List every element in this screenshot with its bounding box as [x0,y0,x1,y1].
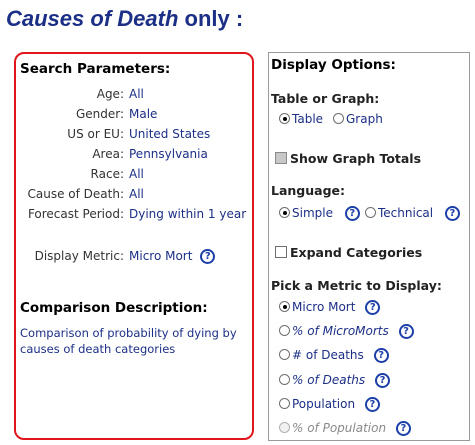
comparison-description-heading: Comparison Description: [20,300,208,316]
param-row-forecast: Forecast Period: Dying within 1 year [16,204,252,224]
help-icon[interactable]: ? [374,373,390,388]
page-title: Causes of Death only : [6,6,244,31]
param-value: Male [129,107,158,121]
metric-radio[interactable] [279,374,290,385]
param-value: Dying within 1 year [129,207,247,221]
help-icon[interactable]: ? [364,397,380,412]
param-label: US or EU: [67,127,124,141]
table-or-graph-label: Table or Graph: [271,91,380,106]
comparison-description-text: Comparison of probability of dying by ca… [20,326,237,356]
param-label: Age: [96,87,124,101]
param-value: All [129,167,144,181]
param-value: Micro Mort ? [129,246,216,266]
metric-radio[interactable] [279,301,290,312]
graph-radio[interactable] [333,113,344,124]
metric-option-pct-population: % of Population ? [279,419,411,437]
metric-option-pct-micromorts[interactable]: % of MicroMorts ? [279,322,414,340]
metric-option-micro-mort[interactable]: Micro Mort ? [279,298,381,316]
param-row-age: Age: All [16,84,252,104]
simple-radio-option[interactable]: Simple ? [279,204,360,222]
display-options-heading: Display Options: [271,57,396,73]
param-label: Forecast Period: [27,207,124,221]
table-radio-option[interactable]: Table [279,110,323,128]
graph-radio-option[interactable]: Graph [333,110,383,128]
help-icon[interactable]: ? [395,421,411,436]
show-graph-totals-option[interactable]: Show Graph Totals [275,150,421,168]
table-radio[interactable] [279,113,290,124]
param-row-race: Race: All [16,164,252,184]
param-label: Gender: [75,107,124,121]
param-value: Pennsylvania [129,147,208,161]
simple-radio[interactable] [279,207,290,218]
technical-radio[interactable] [365,207,376,218]
param-value: United States [129,127,211,141]
param-row-display-metric: Display Metric: Micro Mort ? [16,246,252,266]
param-row-area: Area: Pennsylvania [16,144,252,164]
metric-radio [279,422,290,433]
param-label: Cause of Death: [27,187,125,201]
param-label: Area: [92,147,124,161]
help-icon[interactable]: ? [373,348,389,363]
show-graph-totals-checkbox[interactable] [275,152,287,164]
param-row-gender: Gender: Male [16,104,252,124]
metric-radio[interactable] [279,349,290,360]
help-icon[interactable]: ? [344,206,360,221]
help-icon[interactable]: ? [365,300,381,315]
metric-radio[interactable] [279,398,290,409]
search-parameters-heading: Search Parameters: [20,61,171,77]
expand-categories-option[interactable]: Expand Categories [275,244,422,262]
metric-label: Pick a Metric to Display: [271,278,442,293]
technical-radio-option[interactable]: Technical ? [365,204,460,222]
param-label: Display Metric: [34,249,124,263]
help-icon[interactable]: ? [200,249,216,264]
param-row-cause: Cause of Death: All [16,184,252,204]
param-row-region: US or EU: United States [16,124,252,144]
metric-option-population[interactable]: Population ? [279,395,380,413]
language-label: Language: [271,183,346,198]
display-options-panel: Display Options: Table or Graph: Table G… [268,52,470,441]
param-label: Race: [90,167,124,181]
metric-option-pct-deaths[interactable]: % of Deaths ? [279,371,390,389]
metric-radio[interactable] [279,325,290,336]
metric-option-num-deaths[interactable]: # of Deaths ? [279,346,389,364]
param-value: All [129,187,144,201]
param-value: All [129,87,144,101]
search-parameters-panel: Search Parameters: Age: All Gender: Male… [14,52,254,440]
help-icon[interactable]: ? [398,324,414,339]
expand-categories-checkbox[interactable] [275,246,287,258]
help-icon[interactable]: ? [444,206,460,221]
